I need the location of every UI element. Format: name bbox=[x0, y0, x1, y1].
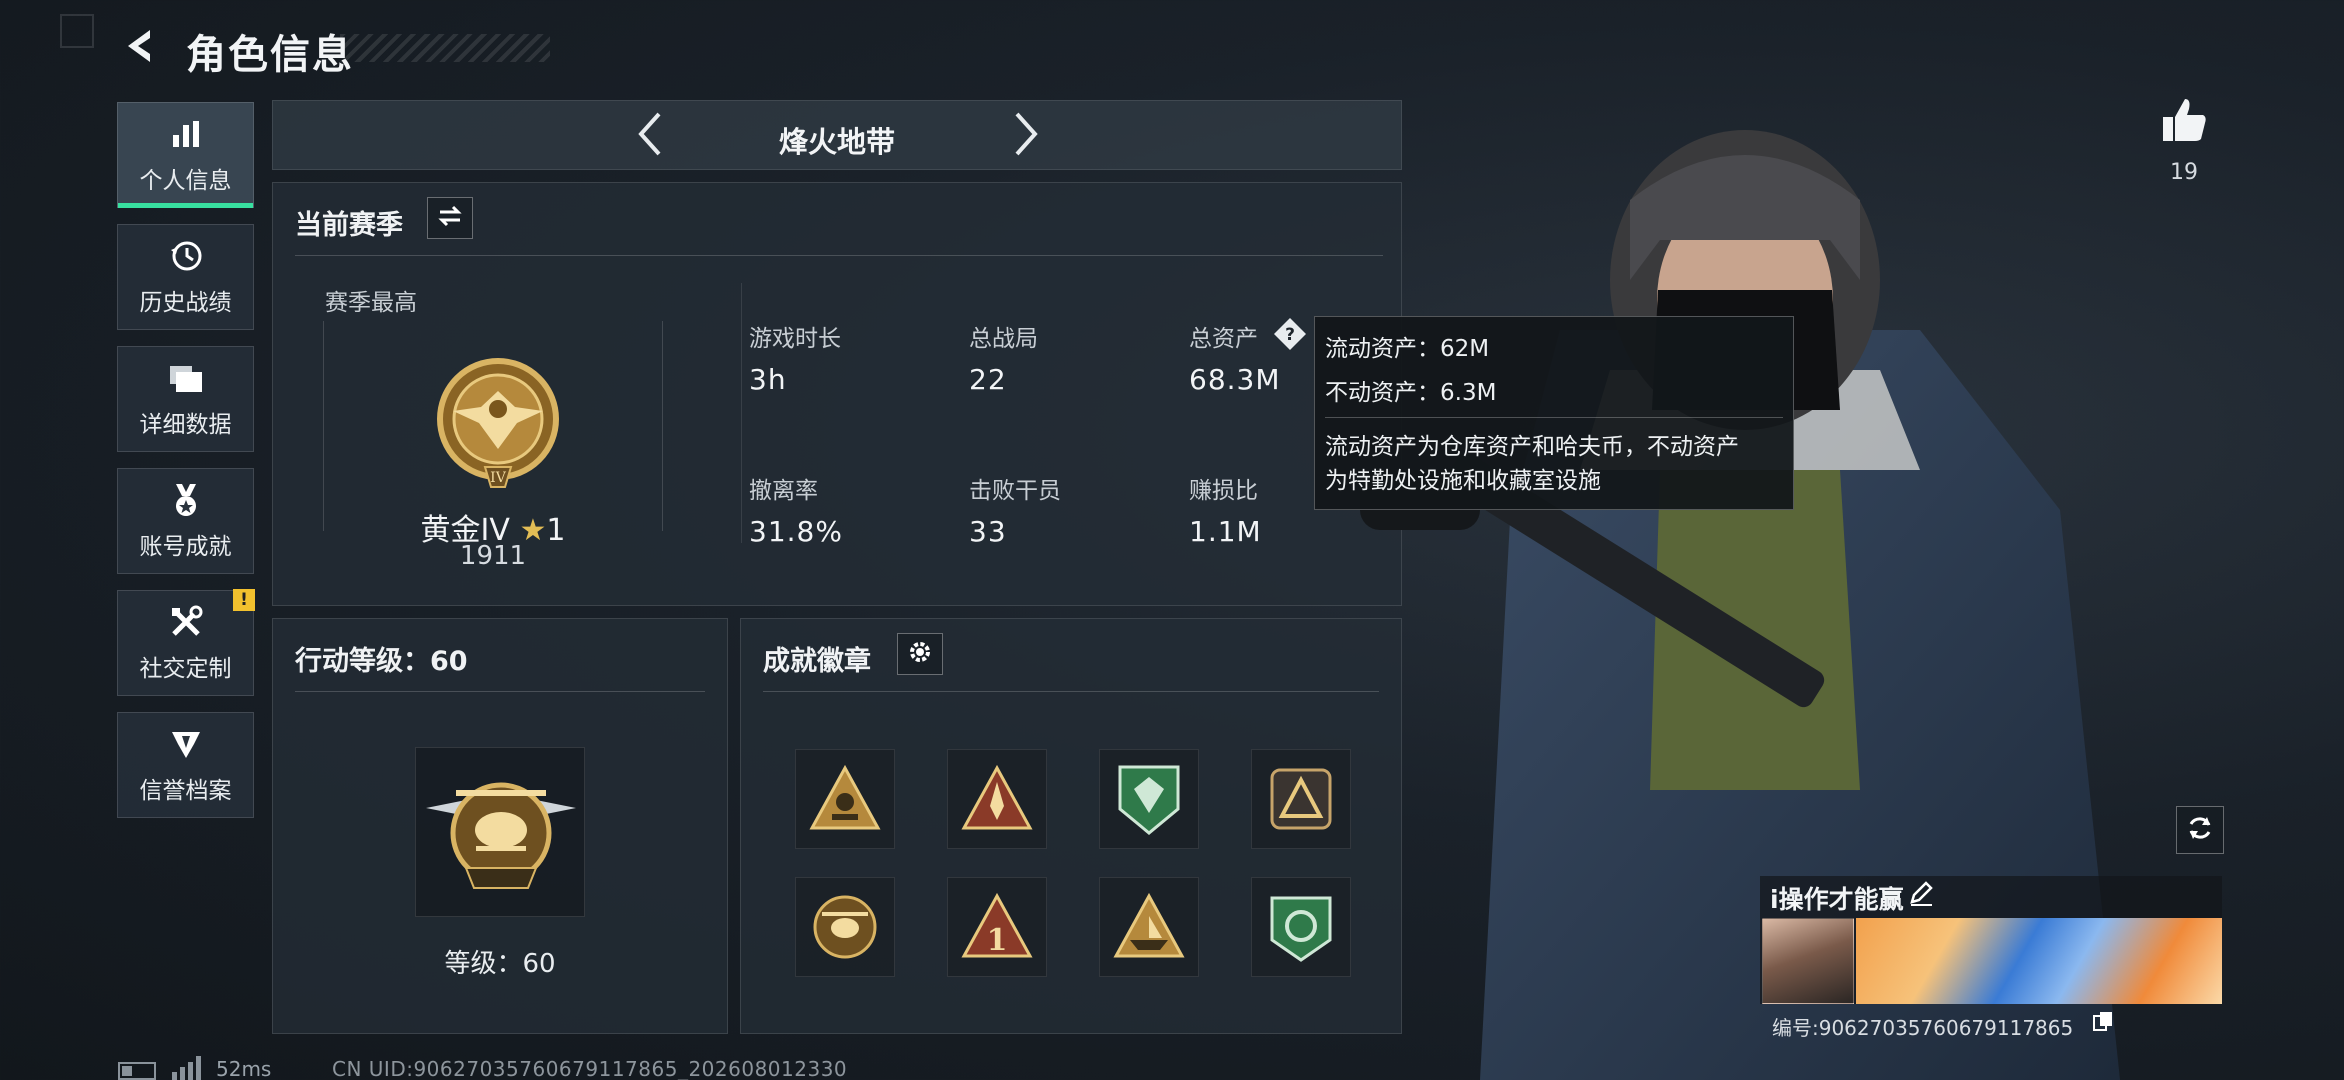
sidebar-item-label: 详细数据 bbox=[139, 412, 232, 438]
divider bbox=[1325, 417, 1783, 418]
divider bbox=[741, 283, 742, 543]
stat-label-matches: 总战局 bbox=[969, 326, 1038, 352]
help-icon[interactable]: ? bbox=[1273, 317, 1307, 351]
green-medal-badge-icon[interactable] bbox=[1251, 877, 1351, 977]
uid-text: CN UID:9062703576067911786​5_20260801233… bbox=[332, 1057, 848, 1080]
stat-label-playtime: 游戏时长 bbox=[749, 326, 841, 352]
stat-value-extract-rate: 31.8% bbox=[749, 515, 843, 548]
sidebar-item-history[interactable]: 历史战绩 bbox=[117, 224, 254, 330]
swap-arrows-icon bbox=[436, 204, 464, 232]
page-title: 角色信息 bbox=[186, 32, 354, 78]
gold-rank-emblem-icon: IV bbox=[433, 349, 563, 499]
sidebar-item-label: 信誉档案 bbox=[139, 778, 232, 804]
title-stripes-decoration bbox=[340, 34, 550, 62]
battery-icon bbox=[118, 1062, 156, 1080]
sidebar-item-detail-data[interactable]: 详细数据 bbox=[117, 346, 254, 452]
back-button[interactable] bbox=[112, 22, 168, 74]
sidebar-item-credit[interactable]: 信誉档案 bbox=[117, 712, 254, 818]
mode-selector: 烽火地带 bbox=[272, 100, 1402, 170]
sidebar-item-label: 历史战绩 bbox=[139, 290, 232, 316]
history-clock-icon bbox=[167, 237, 205, 275]
svg-text:?: ? bbox=[1285, 325, 1295, 345]
svg-text:1: 1 bbox=[987, 923, 1008, 958]
signal-icon bbox=[170, 1056, 204, 1080]
next-mode-button[interactable] bbox=[1001, 111, 1051, 161]
corner-decoration bbox=[60, 14, 94, 48]
notification-badge: ! bbox=[233, 589, 255, 611]
sidebar-item-label: 账号成就 bbox=[139, 534, 232, 560]
stat-value-matches: 22 bbox=[969, 363, 1007, 396]
stat-value-profit-ratio: 1.1M bbox=[1189, 515, 1262, 548]
switch-season-button[interactable] bbox=[427, 197, 473, 239]
serial-number: 编号:9062703576067911786​5 bbox=[1772, 1016, 2074, 1040]
divider bbox=[763, 691, 1379, 692]
season-panel: 当前赛季 赛季最高 IV 黄金IV ★1 1911 游戏时长 3h 总战局 22… bbox=[272, 182, 1402, 606]
action-level-title: 行动等级：60 bbox=[295, 646, 468, 677]
copy-button[interactable] bbox=[2090, 1010, 2116, 1036]
bar-chart-icon bbox=[167, 115, 205, 153]
season-best-label: 赛季最高 bbox=[325, 290, 417, 316]
stat-label-assets: 总资产 bbox=[1189, 326, 1258, 352]
sidebar-item-label: 社交定制 bbox=[139, 656, 232, 682]
refresh-icon bbox=[2185, 813, 2215, 847]
sidebar-item-personal-info[interactable]: 个人信息 bbox=[117, 102, 254, 208]
thumbs-up-icon bbox=[2159, 95, 2209, 149]
avatar[interactable] bbox=[1762, 918, 1854, 1004]
stat-label-extract-rate: 撤离率 bbox=[749, 478, 818, 504]
badge-settings-button[interactable] bbox=[897, 633, 943, 675]
ship-badge-icon[interactable] bbox=[1099, 877, 1199, 977]
tools-icon bbox=[167, 603, 205, 641]
helicopter-level-badge-icon bbox=[415, 747, 585, 917]
edit-name-button[interactable] bbox=[1906, 880, 1936, 910]
season-title: 当前赛季 bbox=[295, 210, 403, 241]
achievements-title: 成就徽章 bbox=[763, 646, 871, 677]
stat-value-assets: 68.3M bbox=[1189, 363, 1281, 396]
back-arrow-icon bbox=[118, 24, 162, 72]
like-count: 19 bbox=[2170, 160, 2198, 185]
tooltip-liquid-assets: 流动资产：62M bbox=[1325, 336, 1490, 362]
triangle-badge-icon[interactable] bbox=[1251, 749, 1351, 849]
rank-score: 1911 bbox=[459, 541, 527, 571]
divider bbox=[295, 691, 705, 692]
svg-text:IV: IV bbox=[490, 470, 507, 486]
stat-label-profit-ratio: 赚损比 bbox=[1189, 478, 1258, 504]
sidebar-item-achievements[interactable]: 账号成就 bbox=[117, 468, 254, 574]
tooltip-description-line1: 流动资产为仓库资产和哈夫币，不动资产 bbox=[1325, 434, 1739, 460]
helicopter-badge-icon[interactable] bbox=[795, 877, 895, 977]
sidebar-item-social[interactable]: 社交定制 ! bbox=[117, 589, 255, 696]
number-one-badge-icon[interactable]: 1 bbox=[947, 877, 1047, 977]
like-button[interactable] bbox=[2154, 92, 2214, 152]
ping-readout: 52ms bbox=[216, 1057, 272, 1080]
rescue-badge-icon[interactable] bbox=[795, 749, 895, 849]
name-card-banner[interactable] bbox=[1856, 918, 2222, 1004]
divider bbox=[295, 255, 1383, 256]
chevron-right-icon bbox=[1011, 111, 1041, 161]
mode-name: 烽火地带 bbox=[778, 125, 895, 159]
sidebar-item-label: 个人信息 bbox=[139, 168, 232, 194]
green-shield-badge-icon[interactable] bbox=[1099, 749, 1199, 849]
rocket-badge-icon[interactable] bbox=[947, 749, 1047, 849]
level-label: 等级：60 bbox=[444, 949, 556, 979]
copy-icon bbox=[2092, 1010, 2114, 1036]
stat-value-kills: 33 bbox=[969, 515, 1007, 548]
folders-icon bbox=[167, 359, 205, 397]
refresh-button[interactable] bbox=[2176, 806, 2224, 854]
stat-value-playtime: 3h bbox=[749, 363, 787, 396]
shield-wing-icon bbox=[167, 725, 205, 763]
player-name: i操作才能赢 bbox=[1770, 885, 1904, 914]
tooltip-fixed-assets: 不动资产：6.3M bbox=[1325, 380, 1497, 406]
gear-icon bbox=[907, 639, 933, 669]
asset-tooltip: 流动资产：62M 不动资产：6.3M 流动资产为仓库资产和哈夫币，不动资产 为特… bbox=[1314, 316, 1794, 510]
action-level-panel: 行动等级：60 等级：60 bbox=[272, 618, 728, 1034]
pencil-icon bbox=[1908, 880, 1934, 910]
stat-label-kills: 击败干员 bbox=[969, 478, 1061, 504]
medal-icon bbox=[167, 481, 205, 519]
achievements-panel: 成就徽章 1 bbox=[740, 618, 1402, 1034]
tooltip-description-line2: 为特勤处设施和收藏室设施 bbox=[1325, 468, 1601, 494]
